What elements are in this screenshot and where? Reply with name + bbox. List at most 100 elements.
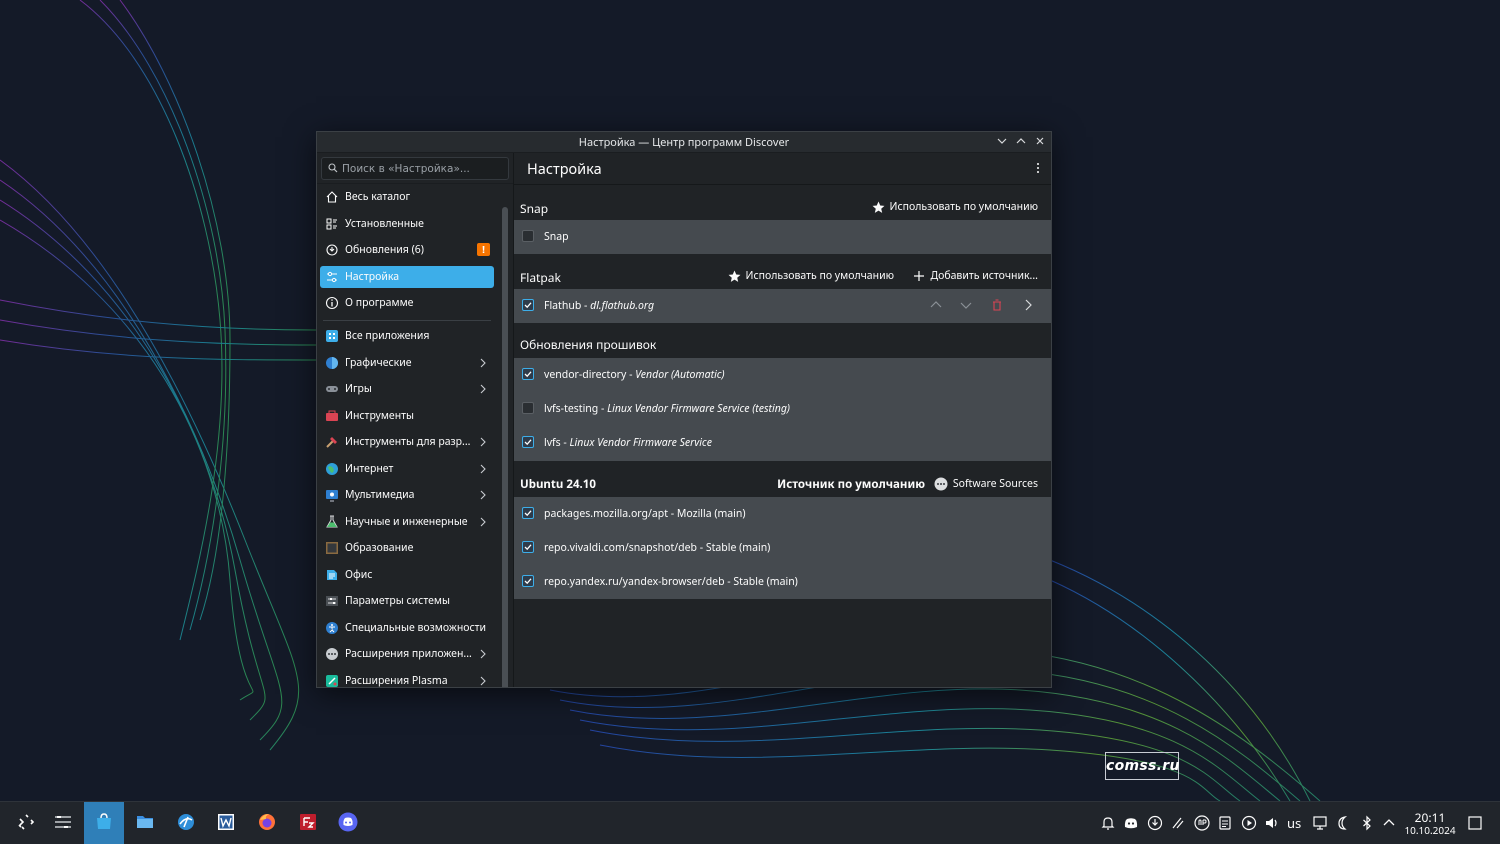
sidebar-category-games[interactable]: Игры [320, 378, 494, 400]
bluetooth-icon[interactable] [1358, 814, 1376, 832]
network-icon[interactable] [1311, 814, 1329, 832]
home-icon [326, 191, 338, 203]
volume-icon[interactable] [1263, 814, 1281, 832]
taskbar-overview[interactable] [43, 802, 83, 844]
delete-icon[interactable] [989, 297, 1005, 313]
sidebar-item-settings[interactable]: Настройка [320, 266, 494, 288]
games-icon [326, 386, 338, 392]
source-row-lvfs[interactable]: lvfs - Linux Vendor Firmware Service [514, 426, 1051, 460]
source-checkbox[interactable] [522, 230, 534, 242]
source-checkbox[interactable] [522, 507, 534, 519]
section-title: Flatpak [520, 269, 561, 286]
check-icon [524, 510, 532, 517]
sidebar-category-multimedia[interactable]: Мультимедиа [320, 484, 494, 506]
minimize-button[interactable] [994, 134, 1010, 150]
clipboard-tray-icon[interactable] [1169, 814, 1187, 832]
taskbar-firefox[interactable] [247, 802, 287, 844]
media-player-icon[interactable] [1240, 814, 1258, 832]
chevron-up-icon[interactable] [1380, 814, 1398, 832]
source-checkbox[interactable] [522, 402, 534, 414]
taskbar-launcher[interactable] [6, 802, 46, 844]
source-checkbox[interactable] [522, 541, 534, 553]
snap-default-button[interactable]: Использовать по умолчанию [872, 200, 1038, 214]
show-desktop-icon[interactable] [1466, 814, 1484, 832]
sidebar-category-accessibility[interactable]: Специальные возможности [320, 617, 494, 639]
source-checkbox[interactable] [522, 368, 534, 380]
sidebar-item-label: О программе [345, 296, 414, 310]
software-sources-button[interactable]: Software Sources [934, 477, 1038, 491]
night-light-icon[interactable] [1334, 814, 1352, 832]
sidebar-item-catalog[interactable]: Весь каталог [320, 186, 494, 208]
taskbar-filezilla[interactable] [288, 802, 328, 844]
sidebar-category-label: Расширения приложен... [345, 647, 472, 661]
source-label: packages.mozilla.org/apt - Mozilla (main… [544, 507, 746, 521]
chevron-right-icon [480, 649, 486, 659]
source-row-snap[interactable]: Snap [514, 220, 1051, 254]
section-flatpak: Flatpak Использовать по умолчанию Добави… [514, 264, 1051, 288]
taskbar-office-writer[interactable] [206, 802, 246, 844]
keyboard-layout-indicator[interactable]: us [1287, 814, 1301, 832]
snap-sources-panel: Snap [514, 220, 1051, 254]
flatpak-default-button[interactable]: Использовать по умолчанию [728, 269, 894, 283]
close-button[interactable] [1032, 134, 1048, 150]
snap-default-label: Использовать по умолчанию [889, 200, 1038, 214]
sidebar-category-label: Мультимедиа [345, 488, 415, 502]
chevron-down-icon [997, 138, 1007, 144]
sidebar-category-graphics[interactable]: Графические [320, 352, 494, 374]
notifications-icon[interactable] [1099, 814, 1117, 832]
taskbar-discord[interactable] [328, 802, 368, 844]
sidebar-category-internet[interactable]: Интернет [320, 458, 494, 480]
tools-icon [326, 410, 338, 421]
vpn-tray-icon[interactable] [1193, 814, 1211, 832]
sidebar-category-dev-tools[interactable]: Инструменты для разр... [320, 431, 494, 453]
search-input[interactable] [342, 160, 502, 177]
source-checkbox[interactable] [522, 575, 534, 587]
sidebar-category-plasma-addons[interactable]: Расширения Plasma [320, 670, 494, 687]
discover-icon [97, 813, 111, 829]
source-checkbox[interactable] [522, 436, 534, 448]
sidebar-category-office[interactable]: Офис [320, 564, 494, 586]
source-row-vivaldi[interactable]: repo.vivaldi.com/snapshot/deb - Stable (… [514, 531, 1051, 565]
taskbar-browser[interactable] [166, 802, 206, 844]
more-options-icon[interactable] [1035, 161, 1041, 175]
sidebar-category-education[interactable]: Образование [320, 537, 494, 559]
sidebar-category-science[interactable]: Научные и инженерные [320, 511, 494, 533]
chevron-right-icon [480, 384, 486, 394]
check-icon [524, 439, 532, 446]
clock-date[interactable]: 10.10.2024 [1403, 823, 1457, 837]
sidebar-scrollbar[interactable] [502, 207, 508, 687]
taskbar-discover[interactable] [84, 802, 124, 844]
sidebar-item-about[interactable]: О программе [320, 292, 494, 314]
titlebar[interactable]: Настройка — Центр программ Discover [317, 132, 1051, 153]
clipboard-icon[interactable] [1216, 814, 1234, 832]
education-icon [326, 542, 338, 554]
discord-icon [338, 812, 358, 832]
sidebar-category-app-addons[interactable]: Расширения приложен... [320, 643, 494, 665]
discord-tray-icon[interactable] [1122, 814, 1140, 832]
maximize-button[interactable] [1013, 134, 1029, 150]
source-checkbox[interactable] [522, 299, 534, 311]
flatpak-default-label: Использовать по умолчанию [745, 269, 894, 283]
sidebar-category-label: Специальные возможности [345, 621, 487, 635]
add-source-button[interactable]: Добавить источник... [913, 269, 1038, 283]
sidebar-category-all-apps[interactable]: Все приложения [320, 325, 494, 347]
sidebar-item-installed[interactable]: Установленные [320, 213, 494, 235]
source-row-flathub[interactable]: Flathub - dl.flathub.org [514, 289, 1051, 323]
taskbar-file-manager[interactable] [125, 802, 165, 844]
move-down-icon[interactable] [958, 297, 974, 313]
move-up-icon[interactable] [928, 297, 944, 313]
info-icon [325, 296, 339, 310]
source-row-vendor-directory[interactable]: vendor-directory - Vendor (Automatic) [514, 358, 1051, 392]
source-row-lvfs-testing[interactable]: lvfs-testing - Linux Vendor Firmware Ser… [514, 392, 1051, 426]
chevron-right-icon[interactable] [1020, 297, 1036, 313]
updates-tray-icon[interactable] [1146, 814, 1164, 832]
sidebar-item-updates[interactable]: Обновления (6) ! [320, 239, 494, 261]
source-row-yandex[interactable]: repo.yandex.ru/yandex-browser/deb - Stab… [514, 565, 1051, 599]
chevron-right-icon [480, 437, 486, 447]
sidebar-category-tools[interactable]: Инструменты [320, 405, 494, 427]
browser-icon [178, 814, 194, 830]
source-row-mozilla[interactable]: packages.mozilla.org/apt - Mozilla (main… [514, 497, 1051, 531]
sidebar-category-system-settings[interactable]: Параметры системы [320, 590, 494, 612]
add-source-label: Добавить источник... [930, 269, 1038, 283]
search-field[interactable] [321, 157, 509, 180]
